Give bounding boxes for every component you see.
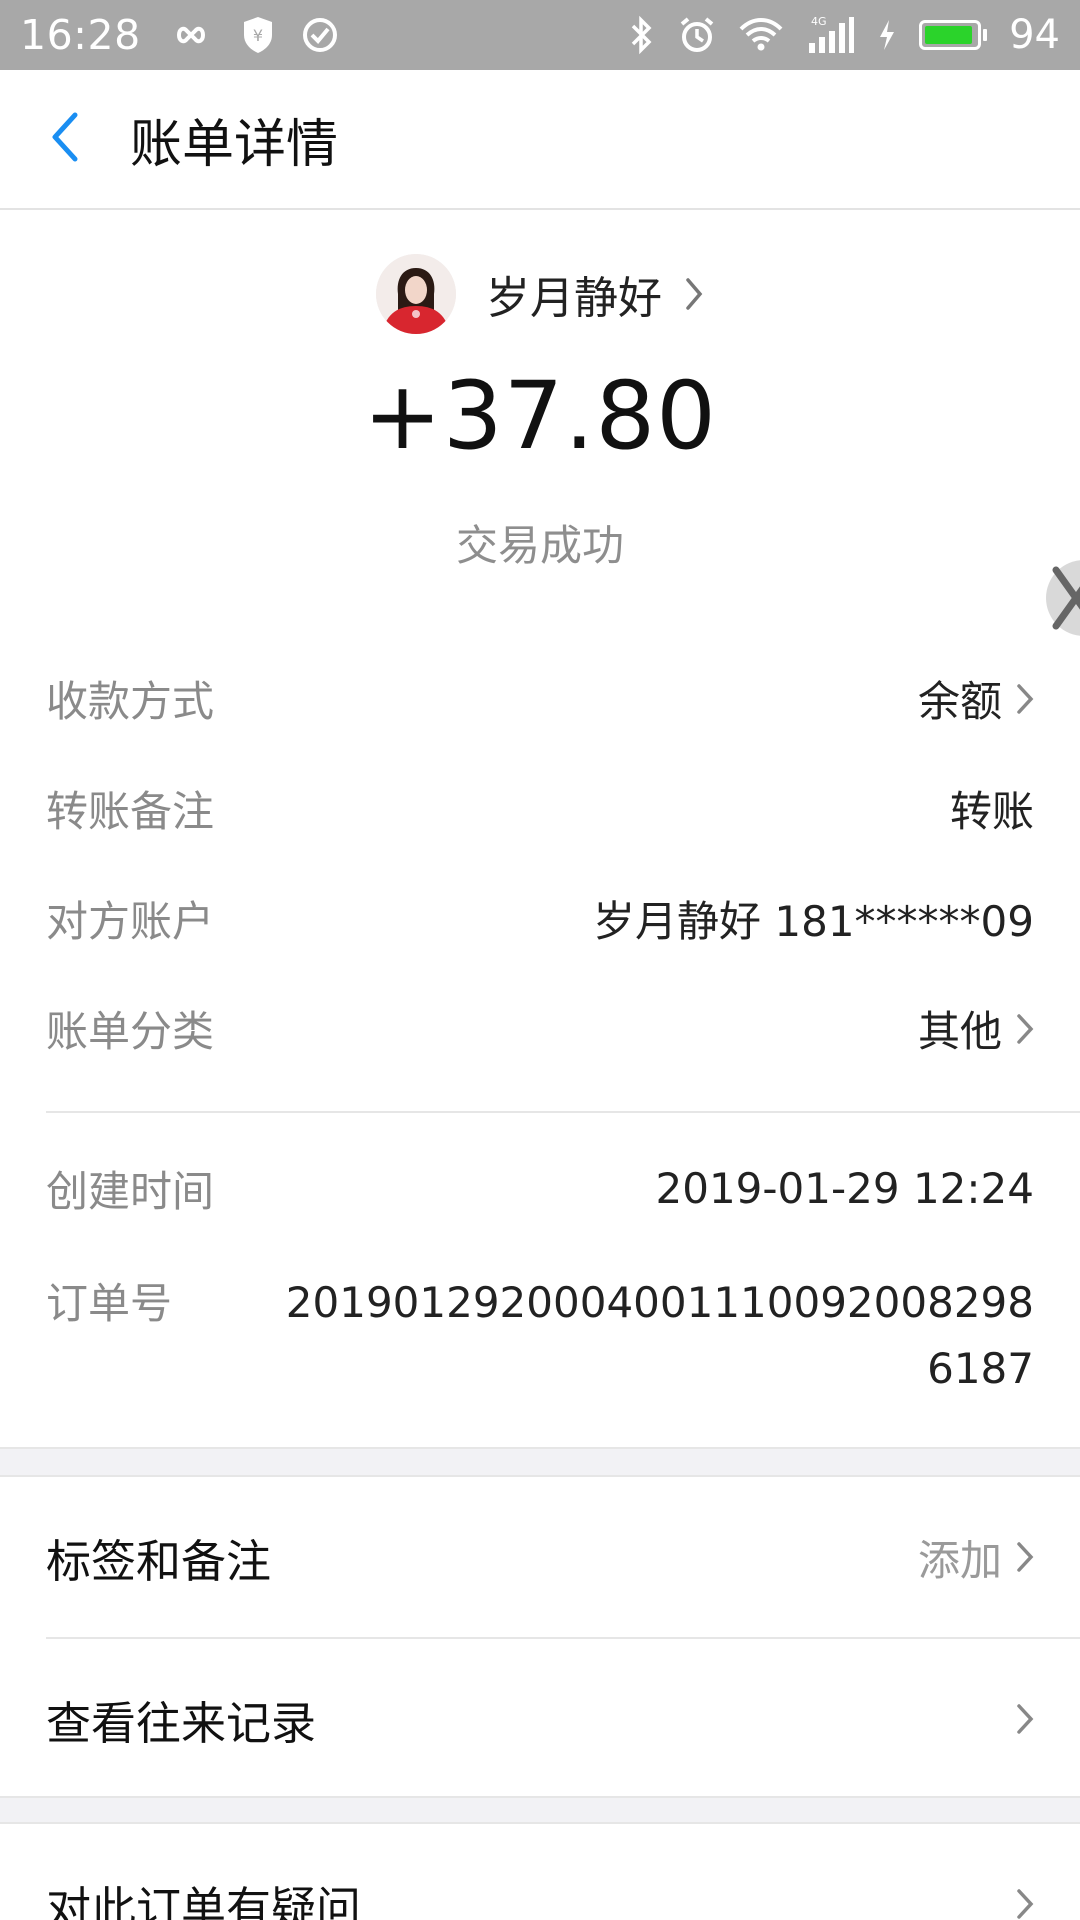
- tags-and-notes-row[interactable]: 标签和备注 添加: [0, 1477, 1080, 1637]
- detail-row-category[interactable]: 账单分类 其他: [46, 998, 1034, 1059]
- chevron-left-icon: [47, 111, 83, 167]
- chevron-right-icon: [1016, 1012, 1034, 1046]
- detail-row-payment-method[interactable]: 收款方式 余额: [46, 668, 1034, 729]
- status-time: 16:28: [20, 11, 141, 59]
- divider: [46, 1111, 1080, 1113]
- chevron-right-icon: [1016, 1702, 1034, 1736]
- amount: +37.80: [363, 362, 717, 471]
- back-button[interactable]: [0, 69, 130, 209]
- detail-value: 2019-01-29 12:24: [655, 1164, 1034, 1213]
- bluetooth-icon: [629, 15, 655, 55]
- detail-label: 订单号: [46, 1279, 173, 1328]
- transaction-summary: 岁月静好 +37.80 交易成功: [0, 212, 1080, 632]
- signal-4g-icon: 4G: [805, 15, 855, 55]
- charging-icon: [877, 18, 897, 52]
- order-question-row[interactable]: 对此订单有疑问: [0, 1824, 1080, 1920]
- detail-label: 收款方式: [46, 677, 215, 726]
- infinity-icon: [167, 20, 215, 50]
- detail-row-counterparty-account: 对方账户 岁月静好 181******09: [46, 888, 1034, 949]
- battery-icon: [919, 20, 988, 50]
- check-circle-icon: [301, 16, 339, 54]
- detail-label: 转账备注: [46, 787, 215, 836]
- chevron-right-icon: [1016, 682, 1034, 716]
- payer-link[interactable]: 岁月静好: [0, 254, 1080, 334]
- detail-row-created-time: 创建时间 2019-01-29 12:24: [46, 1158, 1034, 1219]
- header: 账单详情: [0, 70, 1080, 210]
- detail-value: 其他: [917, 1007, 1002, 1056]
- avatar: [376, 254, 456, 334]
- detail-value: 岁月静好 181******09: [593, 897, 1034, 946]
- chevron-right-icon: [1016, 1540, 1034, 1574]
- detail-label: 创建时间: [46, 1167, 215, 1216]
- svg-text:¥: ¥: [253, 26, 263, 45]
- view-history-label: 查看往来记录: [46, 1696, 317, 1750]
- detail-row-transfer-note: 转账备注 转账: [46, 778, 1034, 839]
- chevron-right-icon: [684, 276, 704, 312]
- detail-label: 对方账户: [46, 897, 215, 946]
- tags-and-notes-label: 标签和备注: [46, 1534, 272, 1588]
- section-separator: [0, 1447, 1080, 1477]
- detail-value: 余额: [917, 677, 1002, 726]
- alarm-icon: [677, 15, 717, 55]
- floating-close-icon[interactable]: [1036, 550, 1080, 646]
- chevron-right-icon: [1016, 1887, 1034, 1920]
- order-question-label: 对此订单有疑问: [46, 1881, 362, 1920]
- page-title: 账单详情: [130, 114, 339, 175]
- battery-level: 94: [1009, 12, 1060, 58]
- svg-text:4G: 4G: [811, 15, 827, 28]
- detail-label: 账单分类: [46, 1007, 215, 1056]
- order-number-value: 2019012920004001110092008298 6187: [285, 1278, 1034, 1393]
- add-tag-link: 添加: [917, 1535, 1002, 1585]
- status-bar: 16:28 ¥ 4G 94: [0, 0, 1080, 70]
- view-history-row[interactable]: 查看往来记录: [0, 1639, 1080, 1799]
- payer-name: 岁月静好: [486, 273, 662, 324]
- transaction-status: 交易成功: [455, 521, 624, 570]
- wifi-icon: [739, 17, 783, 53]
- shield-yen-icon: ¥: [241, 15, 275, 55]
- section-separator: [0, 1796, 1080, 1824]
- detail-value: 转账: [949, 787, 1034, 836]
